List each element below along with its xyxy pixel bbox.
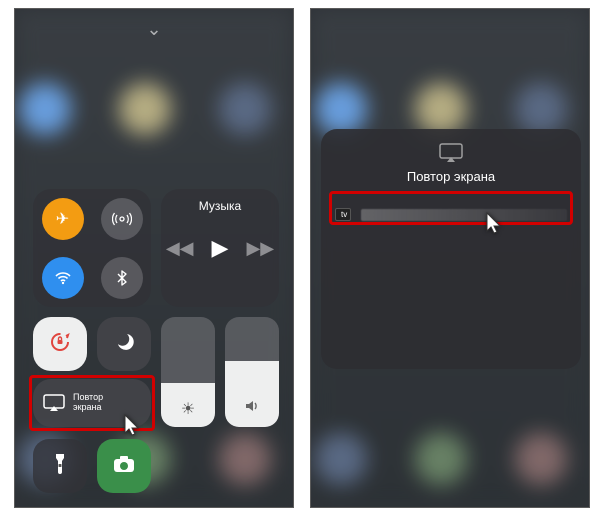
volume-icon: [244, 398, 260, 419]
wifi-button[interactable]: [33, 248, 92, 307]
screen-mirroring-icon: [43, 394, 65, 412]
bluetooth-icon: [101, 257, 143, 299]
apple-tv-icon: tv: [335, 208, 351, 221]
camera-icon: [112, 454, 136, 479]
popup-title: Повтор экрана: [321, 169, 581, 184]
volume-slider[interactable]: [225, 317, 279, 427]
camera-button[interactable]: [97, 439, 151, 493]
device-name-redacted: [361, 209, 567, 221]
phone-right: Повтор экрана tv: [310, 8, 590, 508]
screen-mirroring-popup: Повтор экрана tv: [321, 129, 581, 369]
wifi-icon: [42, 257, 84, 299]
screen-mirroring-icon: [321, 143, 581, 163]
airplane-mode-button[interactable]: ✈︎: [33, 189, 92, 248]
collapse-caret-icon[interactable]: ⌄: [146, 19, 161, 40]
play-icon[interactable]: ▶: [212, 235, 229, 261]
music-label: Музыка: [161, 199, 279, 213]
do-not-disturb-button[interactable]: [97, 317, 151, 371]
brightness-slider[interactable]: ☀︎: [161, 317, 215, 427]
mirroring-device-row[interactable]: tv: [321, 200, 581, 229]
airplane-icon: ✈︎: [42, 198, 84, 240]
rotation-lock-button[interactable]: [33, 317, 87, 371]
flashlight-button[interactable]: [33, 439, 87, 493]
connectivity-panel: ✈︎: [33, 189, 151, 307]
screen-mirroring-button[interactable]: Повтор экрана: [33, 379, 151, 427]
phone-left: ⌄ ✈︎ Музыка ◀◀ ▶ ▶▶: [14, 8, 294, 508]
next-track-icon[interactable]: ▶▶: [246, 238, 274, 259]
brightness-icon: ☀︎: [181, 399, 195, 419]
rotation-lock-icon: [47, 329, 73, 360]
antenna-icon: [101, 198, 143, 240]
cellular-button[interactable]: [92, 189, 151, 248]
screen-mirroring-label: Повтор экрана: [73, 393, 103, 413]
prev-track-icon[interactable]: ◀◀: [166, 238, 194, 259]
moon-icon: [113, 331, 135, 358]
flashlight-icon: [53, 452, 67, 481]
music-panel[interactable]: Музыка ◀◀ ▶ ▶▶: [161, 189, 279, 307]
bluetooth-button[interactable]: [92, 248, 151, 307]
